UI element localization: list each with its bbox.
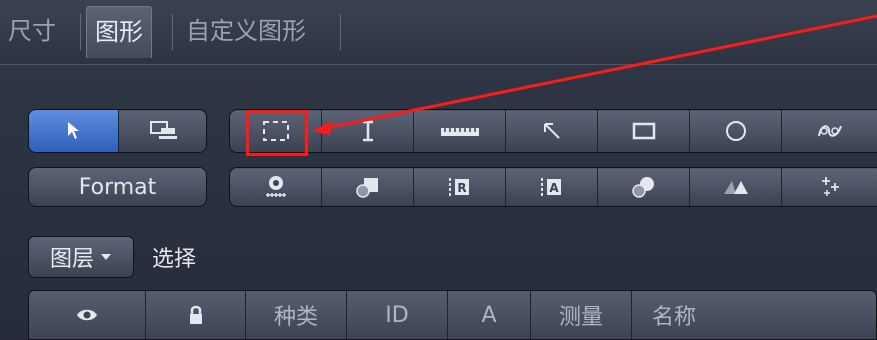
lock-column-header[interactable]	[146, 291, 246, 339]
rectangle-icon	[632, 122, 655, 140]
shapes-circle-tool-button[interactable]	[598, 168, 690, 206]
sparkle-icon	[822, 177, 839, 196]
shapes-circle-icon	[631, 177, 654, 198]
svg-text:R: R	[457, 181, 466, 195]
ruler-icon	[440, 128, 479, 136]
monitor-icon	[149, 121, 177, 139]
pointer-icon	[67, 122, 79, 139]
tab-custom-graphics[interactable]: 自定义图形	[178, 6, 314, 58]
id-column-header[interactable]: ID	[347, 291, 448, 339]
visibility-column-header[interactable]	[29, 291, 146, 339]
triangles-icon	[723, 181, 748, 194]
draw-tools-row	[229, 109, 877, 153]
tab-bar: 尺寸 图形 自定义图形	[0, 0, 877, 64]
layers-dropdown[interactable]: 图层	[28, 236, 134, 278]
selection-mode-group	[28, 109, 207, 153]
eye-icon	[77, 309, 97, 321]
format-button[interactable]: Format	[28, 167, 207, 207]
name-column-header[interactable]: 名称	[632, 291, 877, 339]
a-column-header[interactable]: A	[448, 291, 531, 339]
annotation-tools-row: R A	[229, 167, 877, 207]
circle-tool-button[interactable]	[690, 110, 782, 152]
tab-divider	[172, 14, 173, 50]
lock-icon	[189, 305, 202, 324]
text-cursor-icon	[362, 120, 373, 142]
tab-divider	[80, 14, 81, 50]
scale-bar-icon	[265, 176, 286, 197]
arrow-line-icon	[543, 123, 560, 139]
tab-dimensions[interactable]: 尺寸	[0, 6, 64, 58]
shape-overlay-tool-button[interactable]	[322, 168, 414, 206]
region-r-tool-button[interactable]: R	[414, 168, 506, 206]
layers-row: 图层 选择	[28, 236, 196, 278]
region-a-tool-button[interactable]: A	[506, 168, 598, 206]
sparkle-tool-button[interactable]	[782, 168, 877, 206]
rectangle-tool-button[interactable]	[598, 110, 690, 152]
measure-column-header[interactable]: 测量	[531, 291, 632, 339]
curve-icon	[818, 125, 842, 137]
text-tool-button[interactable]	[322, 110, 414, 152]
select-label: 选择	[152, 247, 197, 272]
type-column-header[interactable]: 种类	[246, 291, 347, 339]
scale-bar-tool-button[interactable]	[230, 168, 322, 206]
layers-dropdown-label: 图层	[49, 247, 94, 272]
monitor-tool-button[interactable]	[119, 110, 206, 152]
triangles-tool-button[interactable]	[690, 168, 782, 206]
pointer-tool-button[interactable]	[29, 110, 119, 152]
layer-table-header: 种类 ID A 测量 名称	[28, 290, 877, 340]
circle-icon	[725, 121, 746, 141]
region-a-icon: A	[540, 178, 561, 196]
svg-text:A: A	[549, 181, 559, 195]
ruler-tool-button[interactable]	[414, 110, 506, 152]
tab-graphics[interactable]: 图形	[86, 6, 152, 58]
arrow-tool-button[interactable]	[506, 110, 598, 152]
curve-tool-button[interactable]	[782, 110, 877, 152]
chevron-down-icon	[101, 254, 111, 260]
shape-overlay-icon	[355, 178, 378, 198]
annotation-highlight-box	[246, 110, 308, 156]
tab-divider	[340, 14, 341, 50]
region-r-icon: R	[448, 178, 469, 196]
